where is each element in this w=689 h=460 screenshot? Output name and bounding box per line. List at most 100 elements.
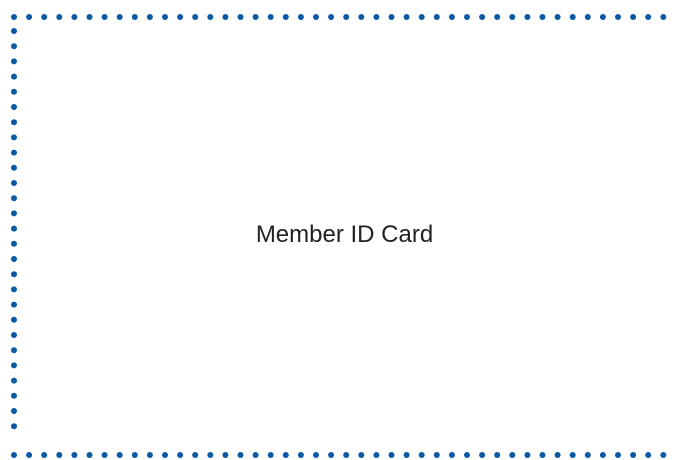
border-dot-top [26,14,33,20]
border-dot-top [569,14,576,20]
border-dot-bottom [101,452,108,458]
border-dot-bottom [630,452,637,458]
border-dot-top [584,14,591,20]
border-dot-bottom [222,452,229,458]
border-dot-top [388,14,395,20]
border-dot-left [11,134,17,141]
border-dot-bottom [509,452,516,458]
border-dot-top [343,14,350,20]
border-dot-bottom [328,452,335,458]
border-dot-bottom [86,452,93,458]
border-dot-top [615,14,621,20]
border-dot-left [11,119,17,126]
border-dot-top [146,14,153,20]
border-dot-left [11,104,17,110]
border-dot-top [41,14,48,20]
border-dot-bottom [494,452,501,458]
border-dot-bottom [252,452,259,458]
border-dot-top [645,14,652,20]
border-dot-left [11,408,17,414]
border-dot-bottom [388,452,395,458]
border-dot-top [71,14,78,20]
border-dot-top [86,14,93,20]
border-dot-top [297,14,304,20]
border-dot-top [509,14,516,20]
border-dot-left [11,256,17,262]
border-dot-bottom [433,452,440,458]
border-dot-bottom [207,452,214,458]
border-dot-top [131,14,138,20]
border-dot-bottom [343,452,350,458]
border-dot-bottom [615,452,621,458]
border-dot-top [56,14,63,20]
border-dot-top [479,14,486,20]
border-dot-top [539,14,546,20]
border-dot-top [418,14,425,20]
border-dot-bottom [479,452,486,458]
border-dot-left [11,347,17,354]
border-dot-top [554,14,561,20]
border-dot-bottom [554,452,561,458]
border-dot-top [162,14,168,20]
border-dot-top [11,14,17,20]
border-dot-bottom [192,452,199,458]
border-dot-bottom [116,452,123,458]
border-dot-bottom [448,452,455,458]
border-dot-top [630,14,637,20]
border-dot-left [11,195,17,202]
border-dot-bottom [524,452,531,458]
member-id-card-placeholder: Member ID Card [0,0,689,460]
border-dot-bottom [569,452,576,458]
border-dot-bottom [539,452,546,458]
border-dot-bottom [297,452,304,458]
border-dot-left [11,271,17,278]
border-dot-top [358,14,365,20]
border-dot-left [11,210,17,217]
border-dot-left [11,28,17,34]
border-dot-left [11,423,17,430]
border-dot-bottom [177,452,184,458]
border-dot-left [11,377,17,384]
border-dot-bottom [131,452,138,458]
border-dot-bottom [373,452,380,458]
border-dot-left [11,316,17,323]
border-dot-left [11,286,17,293]
border-dot-left [11,392,17,399]
border-dot-top [101,14,108,20]
border-dot-bottom [162,452,168,458]
border-dot-top [328,14,335,20]
border-dot-bottom [403,452,410,458]
border-dot-bottom [313,452,319,458]
border-dot-left [11,301,17,308]
border-dot-top [433,14,440,20]
border-dot-bottom [237,452,244,458]
border-dot-bottom [267,452,274,458]
border-dot-left [11,73,17,80]
border-dot-top [192,14,199,20]
border-dot-top [116,14,123,20]
border-dot-bottom [358,452,365,458]
border-dot-top [448,14,455,20]
border-dot-top [660,14,667,20]
border-dot-top [524,14,531,20]
border-dot-bottom [660,452,667,458]
card-title: Member ID Card [255,221,434,248]
border-dot-bottom [645,452,652,458]
border-dot-top [599,14,606,20]
border-dot-bottom [599,452,606,458]
border-dot-top [177,14,184,20]
border-dot-top [464,14,470,20]
border-dot-left [11,43,17,50]
border-dot-bottom [41,452,48,458]
border-dot-left [11,149,17,156]
border-dot-top [313,14,319,20]
border-dot-top [252,14,259,20]
border-dot-top [222,14,229,20]
border-dot-bottom [464,452,470,458]
border-dot-top [267,14,274,20]
border-dot-top [494,14,501,20]
border-dot-left [11,58,17,65]
border-dot-top [373,14,380,20]
border-dot-top [403,14,410,20]
border-dot-bottom [11,452,17,458]
